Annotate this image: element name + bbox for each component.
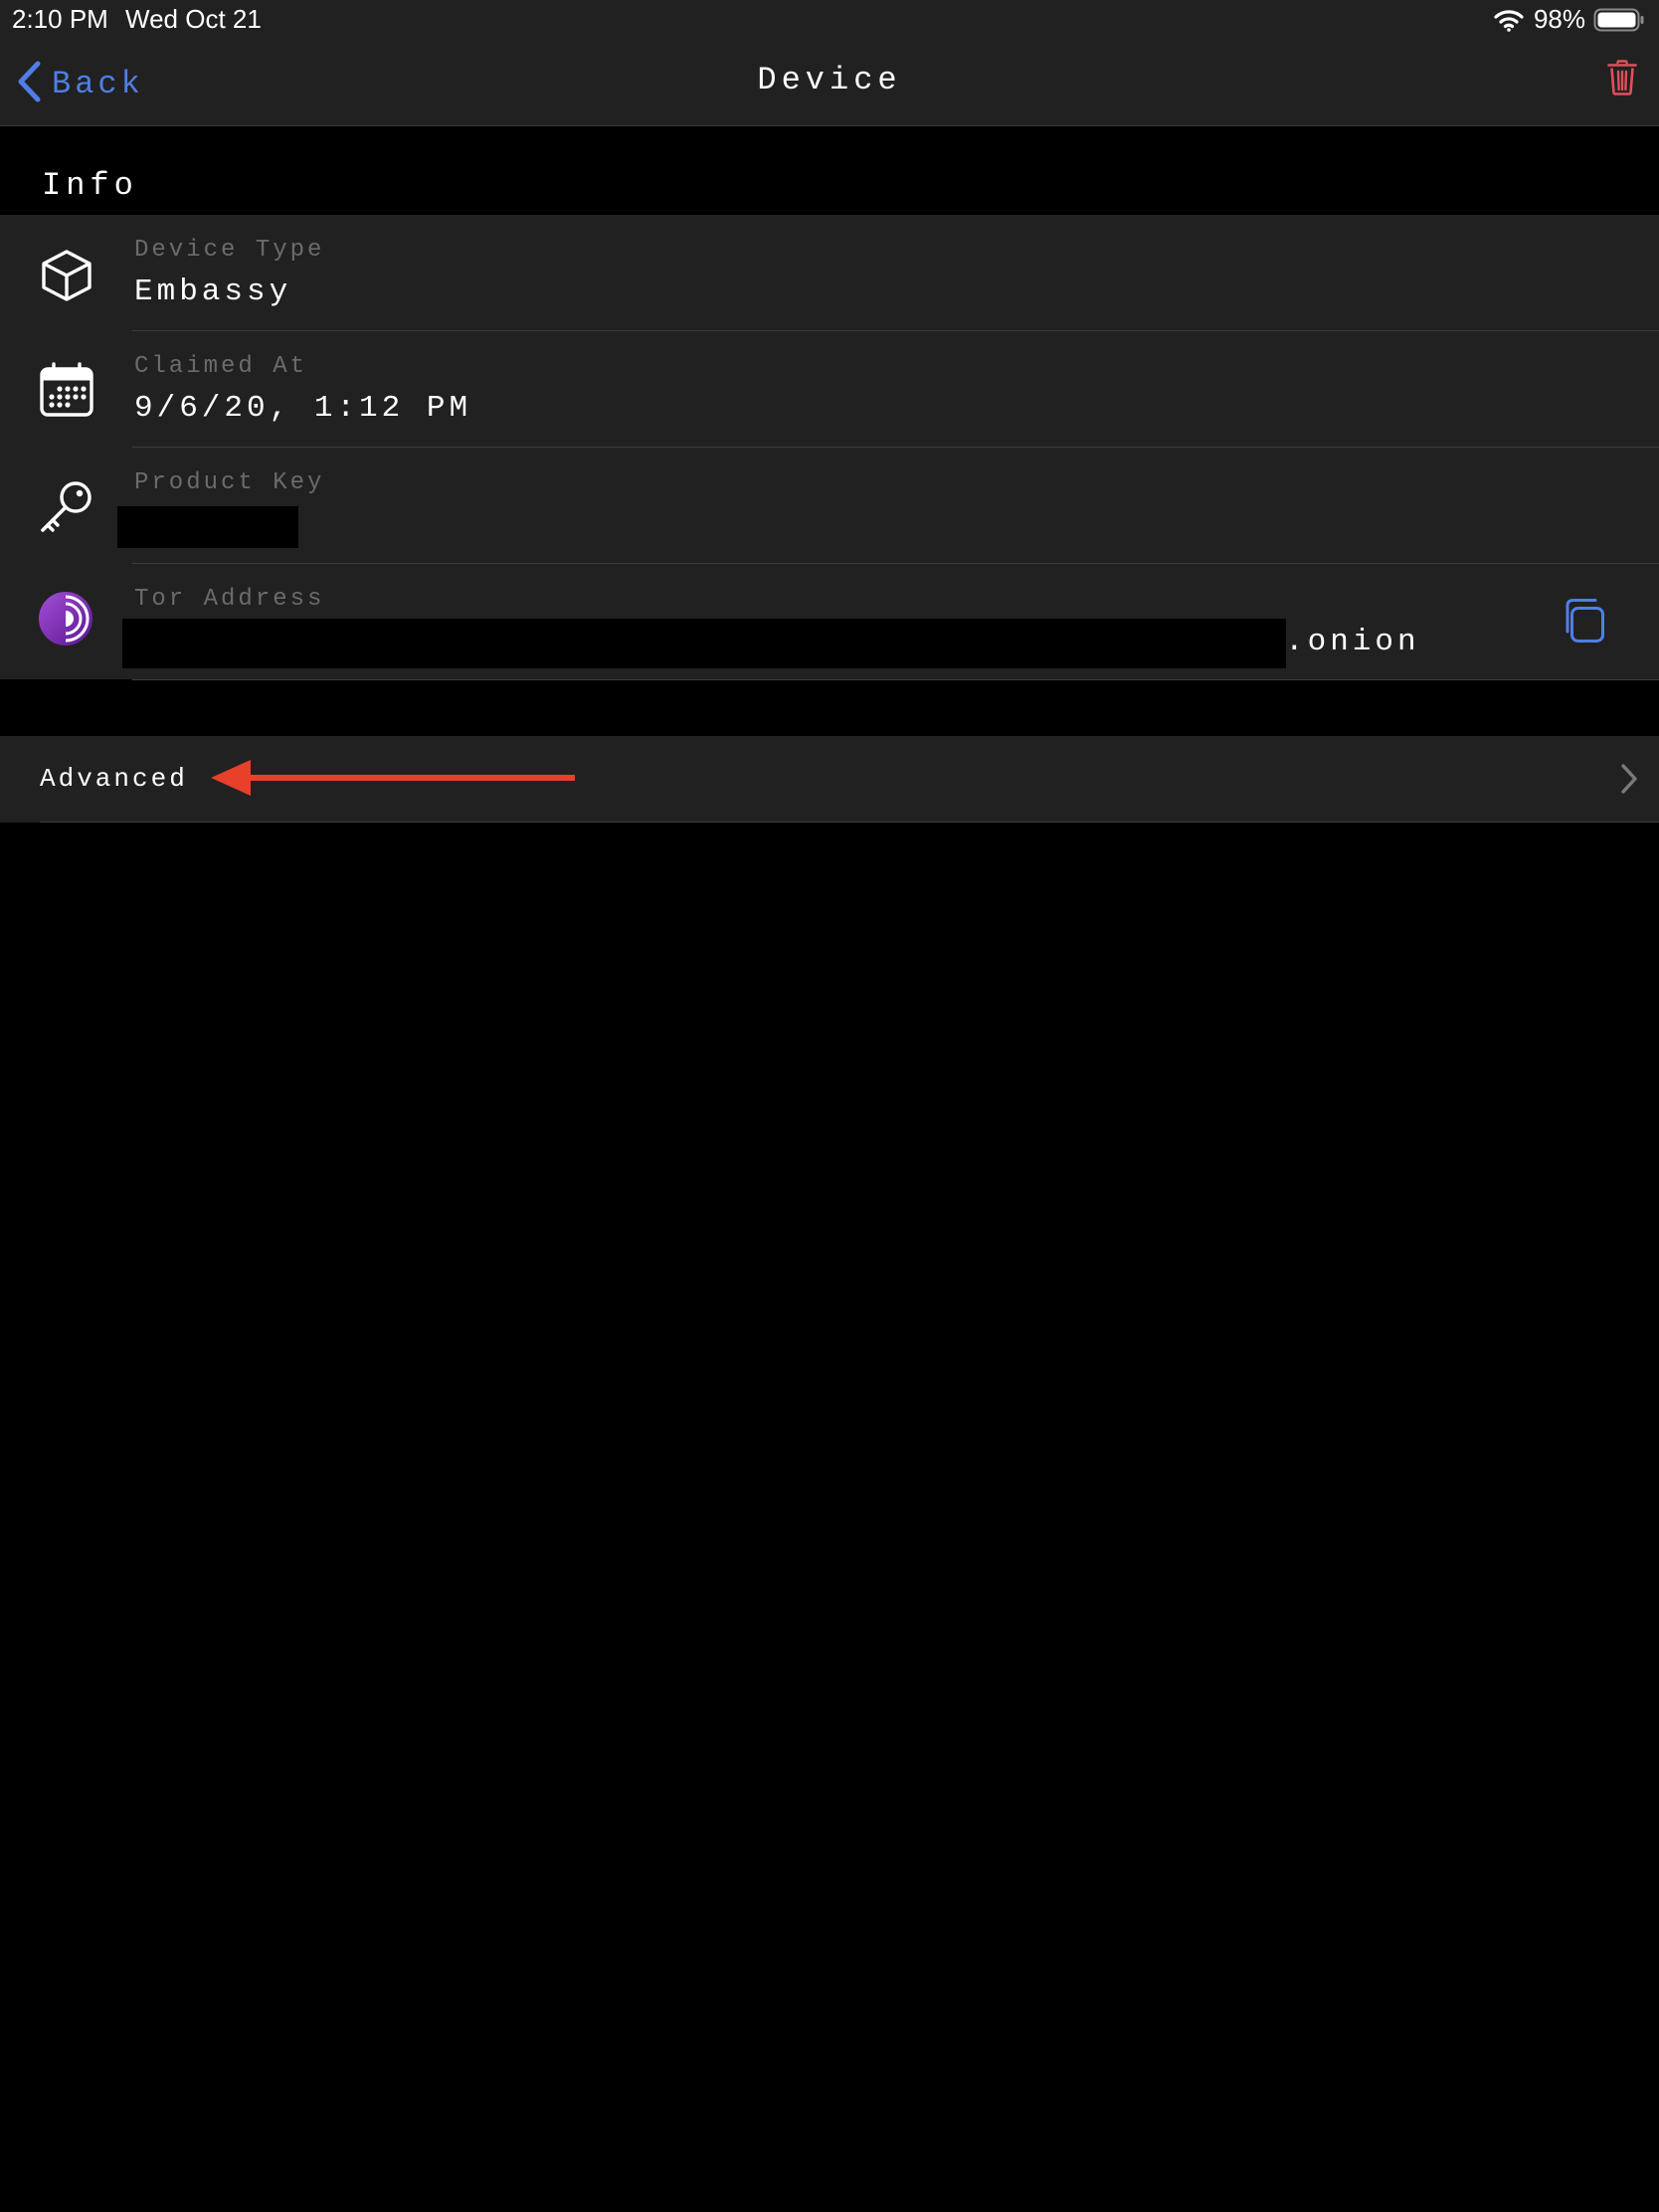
field-label: Product Key <box>134 469 325 496</box>
divider <box>132 679 1659 680</box>
chevron-right-icon <box>1619 762 1639 801</box>
navigation-bar: Back Device <box>0 40 1659 126</box>
tor-address-row: Tor Address .onion <box>0 564 1659 680</box>
battery-icon <box>1593 7 1645 33</box>
field-label: Tor Address <box>134 586 325 613</box>
device-type-row: Device Type Embassy <box>0 215 1659 331</box>
info-group: Device Type Embassy Claimed At 9/6/20, 1… <box>0 215 1659 680</box>
delete-button[interactable] <box>1607 60 1637 100</box>
annotation-arrow-icon <box>211 758 577 803</box>
field-value: 9/6/20, 1:12 PM <box>134 391 472 426</box>
info-section-title: Info <box>42 167 138 204</box>
tor-icon <box>38 591 93 651</box>
field-value: Embassy <box>134 275 292 309</box>
status-time: 2:10 PM <box>12 4 108 34</box>
copy-icon <box>1562 599 1605 648</box>
status-bar: 2:10 PM Wed Oct 21 98% <box>0 0 1659 40</box>
wifi-icon <box>1494 8 1524 32</box>
claimed-at-row: Claimed At 9/6/20, 1:12 PM <box>0 331 1659 448</box>
divider <box>40 822 1659 823</box>
status-date: Wed Oct 21 <box>125 4 262 34</box>
calendar-icon <box>38 361 95 424</box>
key-icon <box>38 477 95 540</box>
copy-button[interactable] <box>1562 598 1605 648</box>
cube-icon <box>38 247 95 309</box>
page-title: Device <box>757 62 902 98</box>
field-label: Device Type <box>134 237 325 264</box>
redacted-tor-address <box>122 619 1286 668</box>
advanced-label: Advanced <box>40 764 188 794</box>
status-indicators: 98% <box>1494 4 1645 35</box>
product-key-row: Product Key <box>0 448 1659 564</box>
field-label: Claimed At <box>134 353 308 380</box>
advanced-row[interactable]: Advanced <box>0 736 1659 823</box>
trash-icon <box>1607 60 1637 100</box>
redacted-product-key <box>117 506 298 548</box>
onion-suffix: .onion <box>1285 625 1420 659</box>
battery-percentage: 98% <box>1533 4 1585 34</box>
